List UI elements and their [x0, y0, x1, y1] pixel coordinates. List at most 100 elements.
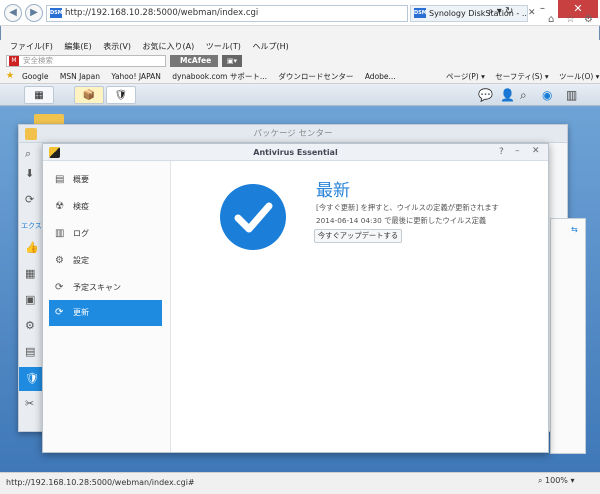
- antivirus-taskbar-icon[interactable]: 🛡: [106, 86, 136, 104]
- quarantine-icon: ☢: [55, 201, 64, 212]
- nav-log-label: ログ: [73, 229, 89, 238]
- gear-icon[interactable]: ⚙: [25, 319, 35, 332]
- schedule-icon: ⟳: [55, 282, 64, 293]
- widgets-icon[interactable]: ▥: [566, 88, 577, 102]
- package-center-title: パッケージ センター: [253, 129, 333, 139]
- toolbar-search-row: M 安全検索 McAfee ▣▾: [0, 54, 600, 69]
- dsm-taskbar: ▦ 📦 🛡 💬 👤 ⌕ ◉ ▥: [0, 84, 600, 106]
- update-icon: ⟳: [55, 307, 64, 318]
- close-button[interactable]: ✕: [532, 146, 540, 156]
- fav-dynabook[interactable]: dynabook.com サポート...: [172, 72, 267, 81]
- zoom-control[interactable]: ⌕ 100% ▾: [538, 476, 574, 486]
- mcafee-label: McAfee: [180, 56, 212, 65]
- last-update-time: 2014-06-14 04:30 で最後に更新したウイルス定義: [316, 216, 487, 225]
- site-favicon-icon: DSM: [50, 8, 63, 18]
- refresh-icon[interactable]: ⟳: [25, 193, 34, 206]
- gear-icon[interactable]: ⚙: [584, 14, 593, 25]
- menu-edit[interactable]: 編集(E): [64, 42, 91, 51]
- tools-icon[interactable]: ✂: [25, 397, 34, 410]
- favorites-star-icon[interactable]: ☆: [566, 14, 575, 25]
- url-tools[interactable]: ⌕ ▾ ↻: [488, 6, 513, 17]
- mcafee-button[interactable]: McAfee: [170, 55, 218, 67]
- download-icon[interactable]: ⬇: [25, 167, 34, 180]
- shield-icon: 🛡: [25, 372, 39, 385]
- log-icon: ▥: [55, 228, 65, 239]
- menu-view[interactable]: 表示(V): [103, 42, 131, 51]
- minimize-label: –: [540, 3, 545, 14]
- menu-help[interactable]: ヘルプ(H): [252, 42, 288, 51]
- fav-msn[interactable]: MSN Japan: [60, 72, 100, 81]
- search-icon[interactable]: ⌕: [520, 88, 527, 103]
- zoom-level: 100%: [545, 476, 568, 485]
- nav-quarantine-label: 検疫: [73, 202, 89, 211]
- antivirus-title: Antivirus Essential: [253, 148, 338, 157]
- favorites-star-icon[interactable]: ★: [6, 69, 14, 84]
- panel-icon: ⇆: [571, 225, 578, 234]
- menu-file[interactable]: ファイル(F): [10, 42, 53, 51]
- user-icon[interactable]: 👤: [500, 88, 515, 102]
- cmd-page[interactable]: ページ(P) ▾: [446, 72, 485, 81]
- help-button[interactable]: ?: [499, 147, 504, 157]
- notification-icon[interactable]: 💬: [478, 88, 493, 102]
- update-now-button[interactable]: 今すぐアップデートする: [314, 229, 402, 243]
- status-url: http://192.168.10.28:5000/webman/index.c…: [6, 478, 195, 487]
- antivirus-titlebar: Antivirus Essential: [43, 144, 548, 161]
- cmd-safety[interactable]: セーフティ(S) ▾: [495, 72, 548, 81]
- settings-icon: ⚙: [55, 255, 64, 266]
- briefcase-icon[interactable]: ▤: [25, 345, 35, 358]
- up-to-date-check-icon: [220, 184, 286, 250]
- nav-update-label: 更新: [73, 308, 89, 317]
- search-placeholder: 安全検索: [23, 56, 53, 65]
- search-icon[interactable]: ⌕: [25, 147, 31, 161]
- nav-settings[interactable]: ⚙ 設定: [49, 248, 162, 274]
- minimize-button[interactable]: –: [540, 3, 545, 14]
- grid-icon[interactable]: ▦: [25, 267, 35, 280]
- security-tab-active[interactable]: 🛡: [19, 367, 43, 391]
- fav-google[interactable]: Google: [22, 72, 48, 81]
- thumbs-up-icon[interactable]: 👍: [25, 241, 39, 254]
- minimize-button[interactable]: –: [515, 146, 520, 156]
- nav-overview-label: 概要: [73, 175, 89, 184]
- background-panel: ⇆: [550, 218, 586, 454]
- nav-settings-label: 設定: [73, 256, 89, 265]
- safe-search-input[interactable]: M 安全検索: [6, 55, 166, 67]
- package-center-icon: [25, 128, 37, 140]
- antivirus-sidebar: ▤ 概要 ☢ 検疫 ▥ ログ ⚙ 設定 ⟳ 予定スキャン ⟳ 更新: [43, 161, 171, 452]
- tab-favicon-icon: DSM: [414, 8, 427, 18]
- home-icon[interactable]: ⌂: [548, 14, 554, 25]
- cmd-tools[interactable]: ツール(O) ▾: [559, 72, 599, 81]
- package-center-titlebar: パッケージ センター: [19, 125, 567, 143]
- package-center-taskbar-icon[interactable]: 📦: [74, 86, 104, 104]
- menu-favorites[interactable]: お気に入り(A): [143, 42, 195, 51]
- nav-schedule-label: 予定スキャン: [73, 283, 121, 292]
- address-row: ◀ ▶ DSM http://192.168.10.28:5000/webman…: [0, 0, 600, 26]
- nav-update[interactable]: ⟳ 更新: [49, 300, 162, 326]
- antivirus-window: Antivirus Essential ? – ✕ ▤ 概要 ☢ 検疫 ▥ ログ ⚙ 設…: [42, 143, 549, 453]
- antivirus-logo-icon: [49, 147, 60, 158]
- help-icon[interactable]: ◉: [542, 88, 552, 102]
- nav-overview[interactable]: ▤ 概要: [49, 167, 162, 193]
- close-tab-icon[interactable]: ✕: [528, 8, 536, 18]
- menu-bar: ファイル(F) 編集(E) 表示(V) お気に入り(A) ツール(T) ヘルプ(…: [0, 40, 600, 54]
- status-description: [今すぐ更新] を押すと、ウイルスの定義が更新されます: [316, 203, 499, 212]
- address-bar[interactable]: DSM http://192.168.10.28:5000/webman/ind…: [46, 5, 408, 22]
- mcafee-shield-icon: M: [9, 56, 19, 66]
- forward-button[interactable]: ▶: [25, 4, 43, 22]
- package-center-sidebar: ⌕ ⬇ ⟳ エクス 👍 ▦ ▣ ⚙ ▤ 🛡 ✂: [19, 143, 43, 431]
- explore-label: エクス: [21, 222, 42, 230]
- url-tool-icons: ⌕ ▾ ↻: [488, 6, 514, 17]
- fav-download-center[interactable]: ダウンロードセンター: [278, 72, 353, 81]
- main-menu-icon[interactable]: ▦: [24, 86, 54, 104]
- status-bar: http://192.168.10.28:5000/webman/index.c…: [0, 472, 600, 494]
- fav-yahoo[interactable]: Yahoo! JAPAN: [111, 72, 160, 81]
- nav-schedule[interactable]: ⟳ 予定スキャン: [49, 275, 162, 301]
- mcafee-menu-icon[interactable]: ▣▾: [222, 55, 242, 67]
- fav-adobe[interactable]: Adobe...: [365, 72, 396, 81]
- back-button[interactable]: ◀: [4, 4, 22, 22]
- command-bar: ページ(P) ▾ セーフティ(S) ▾ ツール(O) ▾ ?: [446, 69, 600, 84]
- menu-tools[interactable]: ツール(T): [206, 42, 241, 51]
- status-title: 最新: [316, 181, 350, 201]
- nav-log[interactable]: ▥ ログ: [49, 221, 162, 247]
- nav-quarantine[interactable]: ☢ 検疫: [49, 194, 162, 220]
- media-icon[interactable]: ▣: [25, 293, 35, 306]
